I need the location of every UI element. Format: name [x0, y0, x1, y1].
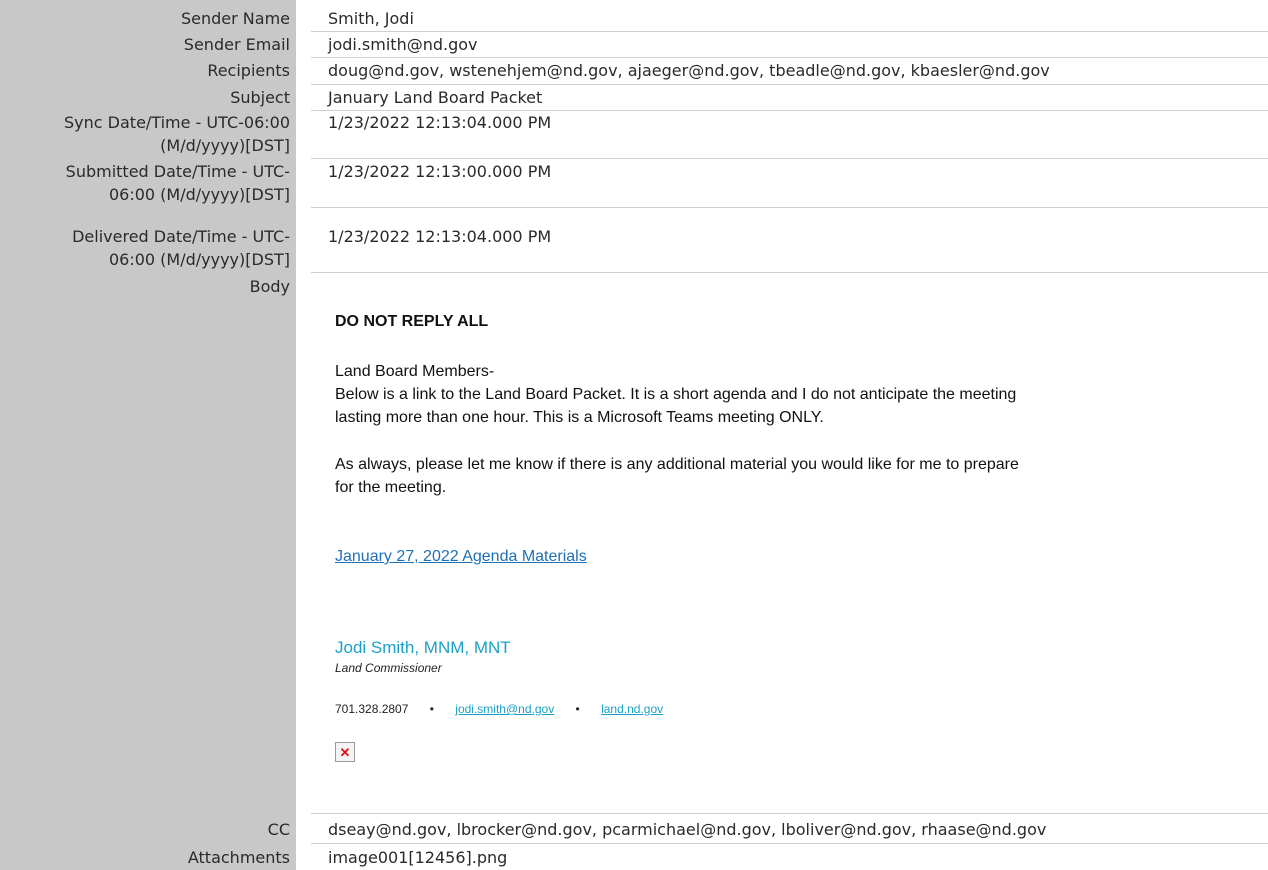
signature-phone: 701.328.2807 [335, 702, 409, 716]
submitted-date-value: 1/23/2022 12:13:00.000 PM [328, 162, 552, 181]
body-paragraph-2-line-1: As always, please let me know if there i… [335, 456, 1019, 473]
signature-name: Jodi Smith, MNM, MNT [335, 638, 511, 657]
submitted-date-label-line1: Submitted Date/Time - UTC- [65, 162, 290, 181]
sender-name-value: Smith, Jodi [328, 9, 414, 28]
bullet-separator: • [429, 702, 434, 716]
divider [311, 158, 1268, 159]
recipients-value: doug@nd.gov, wstenehjem@nd.gov, ajaeger@… [328, 61, 1050, 80]
sync-date-value: 1/23/2022 12:13:04.000 PM [328, 113, 552, 132]
delivered-date-label: Delivered Date/Time - UTC- 06:00 (M/d/yy… [0, 225, 290, 271]
signature-title: Land Commissioner [335, 661, 442, 675]
sync-date-label-line2: (M/d/yyyy)[DST] [160, 136, 290, 155]
submitted-date-label-line2: 06:00 (M/d/yyyy)[DST] [108, 185, 290, 204]
divider [311, 31, 1268, 32]
divider [311, 813, 1268, 814]
body-paragraph-1-line-2: lasting more than one hour. This is a Mi… [335, 409, 824, 426]
broken-image-icon: ✕ [335, 742, 355, 762]
divider [311, 272, 1268, 273]
divider [311, 843, 1268, 844]
subject-value: January Land Board Packet [328, 88, 543, 107]
cc-label: CC [267, 820, 290, 839]
delivered-date-label-line2: 06:00 (M/d/yyyy)[DST] [108, 250, 290, 269]
subject-label: Subject [230, 88, 290, 107]
divider [311, 84, 1268, 85]
attachments-label: Attachments [187, 848, 290, 867]
bullet-separator: • [575, 702, 580, 716]
sender-email-value: jodi.smith@nd.gov [328, 35, 478, 54]
body-greeting: Land Board Members- [335, 363, 495, 380]
delivered-date-label-line1: Delivered Date/Time - UTC- [72, 227, 290, 246]
recipients-label: Recipients [207, 61, 290, 80]
delivered-date-value: 1/23/2022 12:13:04.000 PM [328, 227, 552, 246]
body-paragraph-1-line-1: Below is a link to the Land Board Packet… [335, 386, 1017, 403]
submitted-date-label: Submitted Date/Time - UTC- 06:00 (M/d/yy… [0, 160, 290, 206]
cc-value: dseay@nd.gov, lbrocker@nd.gov, pcarmicha… [328, 820, 1047, 839]
attachment-file[interactable]: image001[12456].png [328, 846, 507, 869]
divider [311, 207, 1268, 208]
sender-email-label: Sender Email [183, 35, 290, 54]
body-heading: DO NOT REPLY ALL [335, 313, 489, 330]
signature-contact-line: 701.328.2807 • jodi.smith@nd.gov • land.… [335, 702, 663, 716]
sender-name-label: Sender Name [180, 9, 290, 28]
agenda-materials-link[interactable]: January 27, 2022 Agenda Materials [335, 548, 587, 566]
signature-website-link[interactable]: land.nd.gov [601, 702, 663, 716]
divider [311, 57, 1268, 58]
signature-email-link[interactable]: jodi.smith@nd.gov [455, 702, 554, 716]
email-record: Sender Name Smith, Jodi Sender Email jod… [0, 0, 1268, 870]
sync-date-label: Sync Date/Time - UTC-06:00 (M/d/yyyy)[DS… [0, 111, 290, 157]
body-paragraph-2-line-2: for the meeting. [335, 479, 447, 496]
sync-date-label-line1: Sync Date/Time - UTC-06:00 [64, 113, 290, 132]
body-label: Body [249, 277, 290, 296]
